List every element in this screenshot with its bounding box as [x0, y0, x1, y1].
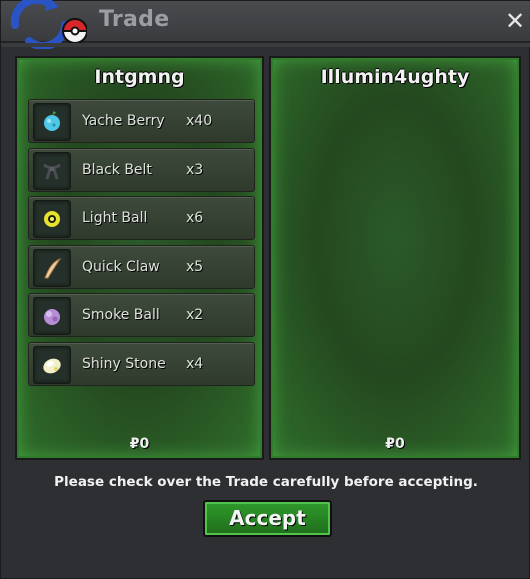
- item-name: Quick Claw: [82, 258, 160, 275]
- item-quantity: x6: [186, 210, 204, 226]
- title-bar[interactable]: Trade ✕: [1, 0, 530, 49]
- item-name: Black Belt: [82, 161, 152, 178]
- list-item[interactable]: Shiny Stone x4: [28, 341, 255, 386]
- close-icon: ✕: [504, 7, 526, 35]
- trade-window: Trade ✕ Intgmng Yache Berry x40 Black Be…: [0, 0, 530, 579]
- title-divider: [1, 43, 530, 47]
- left-item-list: Yache Berry x40 Black Belt x3 Light Ball…: [28, 99, 255, 390]
- yache-berry-icon: [44, 111, 60, 131]
- item-name: Yache Berry: [82, 113, 165, 129]
- left-player-name: Intgmng: [94, 66, 185, 88]
- quick-claw-icon: [44, 257, 62, 278]
- list-item[interactable]: Yache Berry x40: [28, 99, 255, 143]
- item-name: Light Ball: [82, 210, 148, 226]
- right-player-name: Illumin4ughty: [320, 66, 470, 88]
- list-item[interactable]: Smoke Ball x2: [28, 293, 255, 337]
- black-belt-icon: [43, 163, 61, 179]
- item-name: Shiny Stone: [82, 355, 166, 372]
- trade-notice: Please check over the Trade carefully be…: [54, 474, 478, 490]
- pokeball-logo-icon: [10, 0, 87, 49]
- list-item[interactable]: Black Belt x3: [28, 147, 255, 192]
- left-trade-panel: Intgmng Yache Berry x40 Black Belt x3 Li…: [15, 56, 264, 460]
- shiny-stone-icon: [43, 358, 61, 373]
- item-quantity: x2: [186, 307, 204, 323]
- smoke-ball-icon: [44, 309, 60, 325]
- item-quantity: x5: [186, 258, 204, 275]
- window-title: Trade: [99, 7, 170, 32]
- item-name: Smoke Ball: [82, 307, 160, 323]
- item-quantity: x40: [186, 113, 213, 129]
- light-ball-icon: [44, 211, 60, 227]
- close-button[interactable]: ✕: [501, 7, 529, 35]
- item-quantity: x3: [186, 161, 204, 178]
- right-money: ₽0: [385, 436, 405, 452]
- right-trade-panel: Illumin4ughty ₽0: [269, 56, 521, 460]
- accept-button[interactable]: Accept: [203, 500, 332, 537]
- list-item[interactable]: Quick Claw x5: [28, 244, 255, 289]
- list-item[interactable]: Light Ball x6: [28, 196, 255, 240]
- item-quantity: x4: [186, 355, 204, 372]
- left-money: ₽0: [129, 436, 150, 452]
